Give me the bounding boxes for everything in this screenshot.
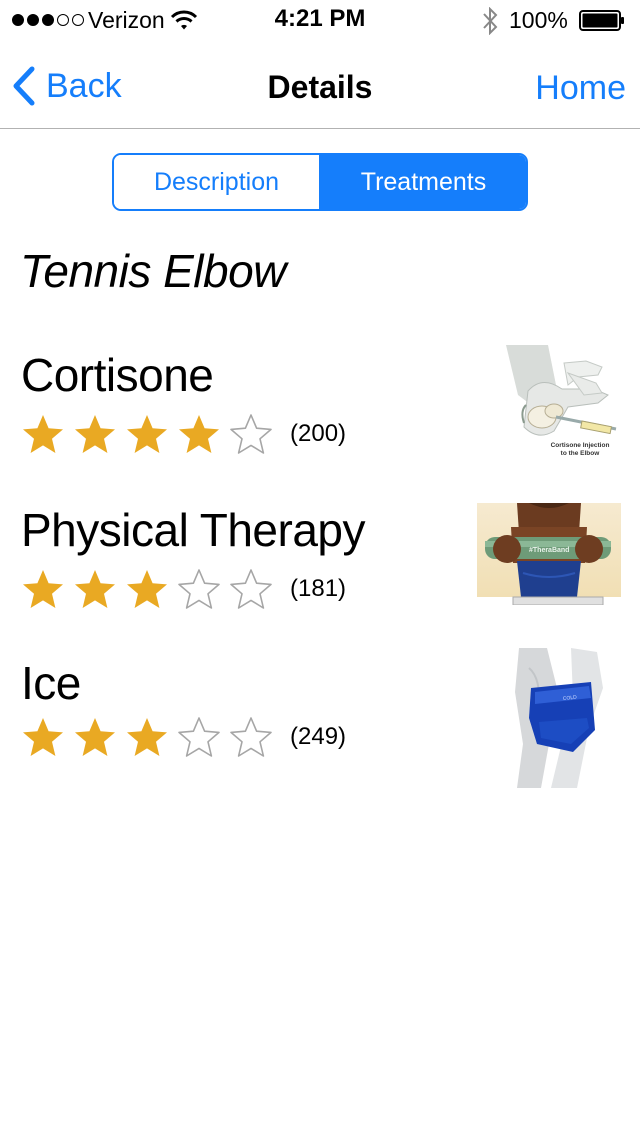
elbow-injection-image: Cortisone Injection to the Elbow — [498, 345, 622, 461]
image-caption: to the Elbow — [561, 450, 601, 457]
physical-therapy-image: #TheraBand — [477, 503, 621, 605]
star-filled-icon — [75, 718, 115, 756]
treatment-name: Cortisone — [21, 349, 214, 401]
star-rating — [21, 716, 281, 758]
svg-text:#TheraBand: #TheraBand — [529, 547, 569, 554]
star-empty-icon — [230, 414, 272, 454]
treatment-item-cortisone[interactable]: Cortisone (200) Cortisone Injection to t… — [0, 340, 640, 490]
treatment-item-physical-therapy[interactable]: Physical Therapy (181) #TheraBand — [0, 495, 640, 645]
treatment-name: Ice — [21, 657, 81, 709]
home-button[interactable]: Home — [535, 69, 626, 108]
navigation-bar: Back Details Home — [0, 40, 640, 129]
review-count: (249) — [290, 723, 347, 750]
star-filled-icon — [127, 415, 167, 453]
star-empty-icon — [178, 717, 220, 757]
star-filled-icon — [23, 718, 63, 756]
bluetooth-icon — [483, 7, 498, 35]
star-filled-icon — [23, 570, 63, 608]
star-filled-icon — [75, 570, 115, 608]
battery-percentage: 100% — [509, 7, 568, 33]
treatment-name: Physical Therapy — [21, 504, 366, 556]
status-bar: Verizon 4:21 PM 100% — [0, 0, 640, 40]
battery-icon — [579, 10, 624, 31]
star-filled-icon — [75, 415, 115, 453]
star-empty-icon — [230, 569, 272, 609]
segmented-control: Description Treatments — [112, 153, 528, 211]
treatment-item-ice[interactable]: Ice (249) COLD — [0, 642, 640, 792]
star-empty-icon — [178, 569, 220, 609]
star-filled-icon — [179, 415, 219, 453]
star-empty-icon — [230, 717, 272, 757]
image-caption: Cortisone Injection — [551, 442, 610, 449]
tab-description[interactable]: Description — [114, 155, 321, 209]
star-filled-icon — [127, 718, 167, 756]
review-count: (181) — [290, 575, 347, 602]
ice-wrap-image: COLD — [511, 648, 605, 788]
star-rating — [21, 413, 281, 455]
condition-title: Tennis Elbow — [20, 245, 286, 297]
review-count: (200) — [290, 420, 347, 447]
star-filled-icon — [127, 570, 167, 608]
star-rating — [21, 568, 281, 610]
star-filled-icon — [23, 415, 63, 453]
tab-treatments[interactable]: Treatments — [321, 155, 526, 209]
